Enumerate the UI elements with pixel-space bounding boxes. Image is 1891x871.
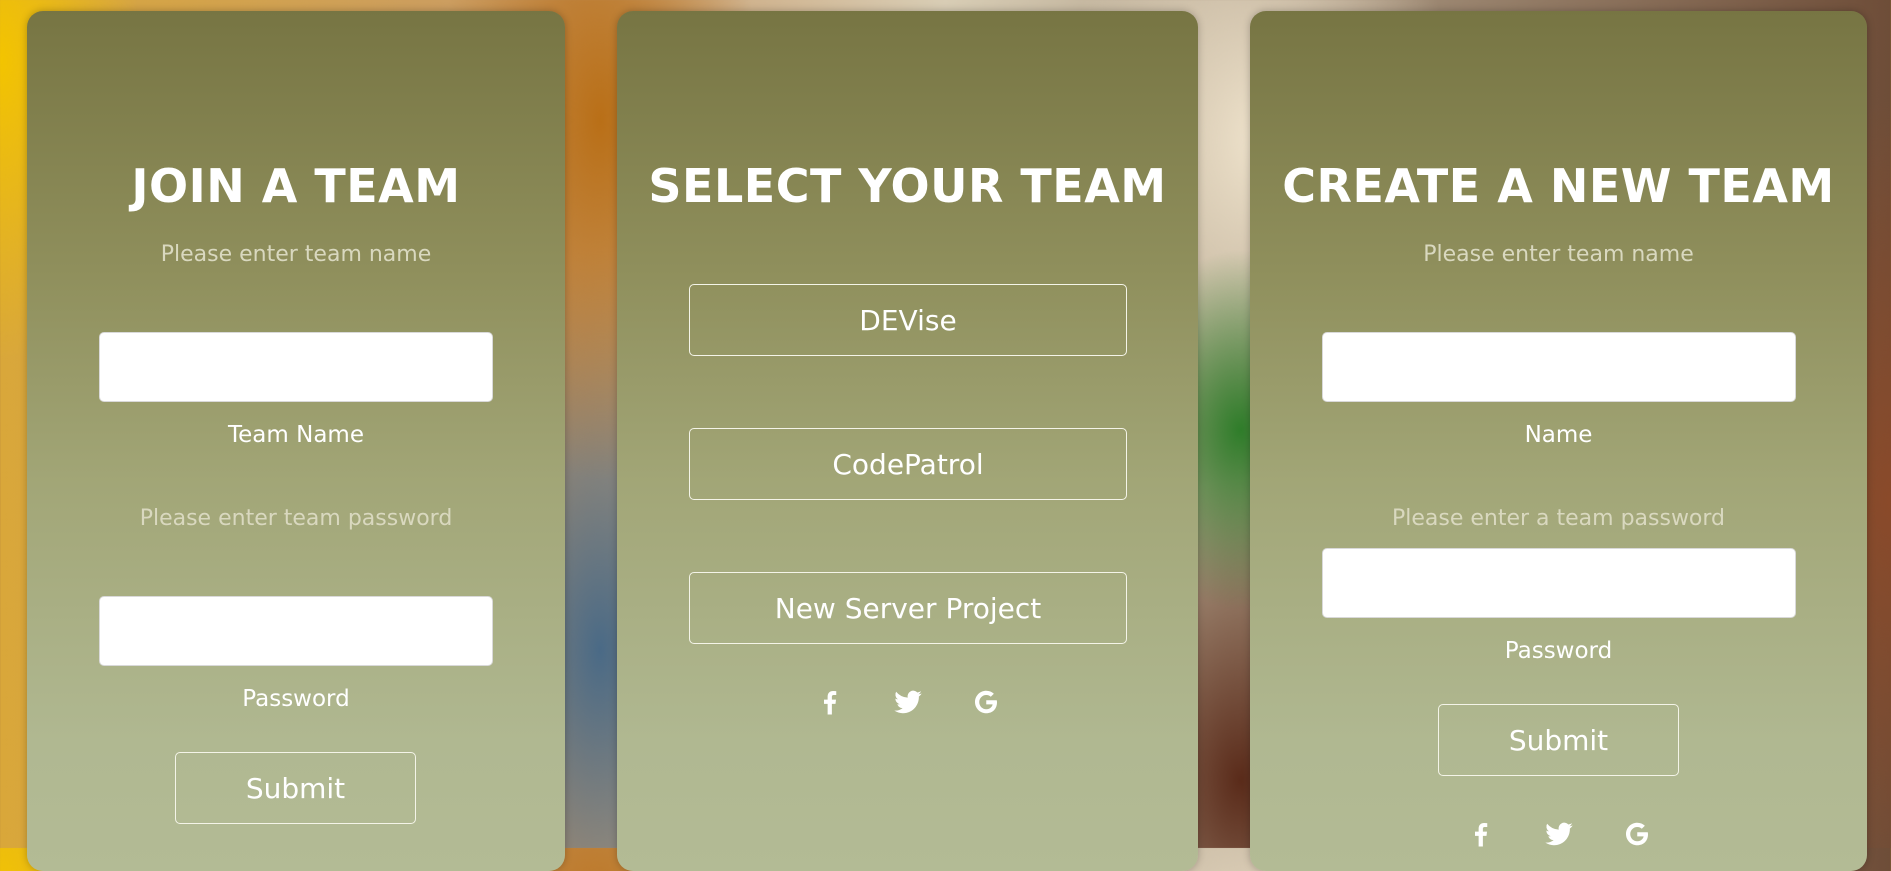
team-button-codepatrol[interactable]: CodePatrol	[689, 428, 1127, 500]
join-team-title: JOIN A TEAM	[131, 159, 461, 213]
create-team-title: CREATE A NEW TEAM	[1282, 159, 1835, 213]
create-team-password-input[interactable]	[1322, 548, 1796, 618]
select-team-card: SELECT YOUR TEAM DEVise CodePatrol New S…	[617, 11, 1198, 871]
google-icon[interactable]	[1622, 819, 1652, 849]
create-team-name-input[interactable]	[1322, 332, 1796, 402]
team-button-devise[interactable]: DEVise	[689, 284, 1127, 356]
create-social-links	[1250, 819, 1867, 849]
join-team-card: JOIN A TEAM Please enter team name Team …	[27, 11, 565, 871]
create-password-label: Password	[1504, 638, 1613, 664]
join-team-password-input[interactable]	[99, 596, 493, 666]
google-icon[interactable]	[971, 687, 1001, 717]
create-submit-button[interactable]: Submit	[1438, 704, 1679, 776]
team-password-hint: Please enter team password	[139, 506, 453, 531]
create-name-hint: Please enter team name	[1423, 242, 1694, 267]
password-label: Password	[242, 686, 350, 712]
team-name-label: Team Name	[228, 422, 364, 448]
facebook-icon[interactable]	[815, 687, 845, 717]
join-team-name-input[interactable]	[99, 332, 493, 402]
twitter-icon[interactable]	[1544, 819, 1574, 849]
facebook-icon[interactable]	[1466, 819, 1496, 849]
select-team-title: SELECT YOUR TEAM	[648, 159, 1167, 213]
page: { "join": { "title": "JOIN A TEAM", "nam…	[0, 0, 1891, 871]
create-password-hint: Please enter a team password	[1391, 506, 1726, 531]
create-team-card: CREATE A NEW TEAM Please enter team name…	[1250, 11, 1867, 871]
create-name-label: Name	[1524, 422, 1593, 448]
social-links	[617, 687, 1198, 717]
join-submit-button[interactable]: Submit	[175, 752, 416, 824]
team-button-new-server-project[interactable]: New Server Project	[689, 572, 1127, 644]
team-name-hint: Please enter team name	[160, 242, 432, 267]
twitter-icon[interactable]	[893, 687, 923, 717]
